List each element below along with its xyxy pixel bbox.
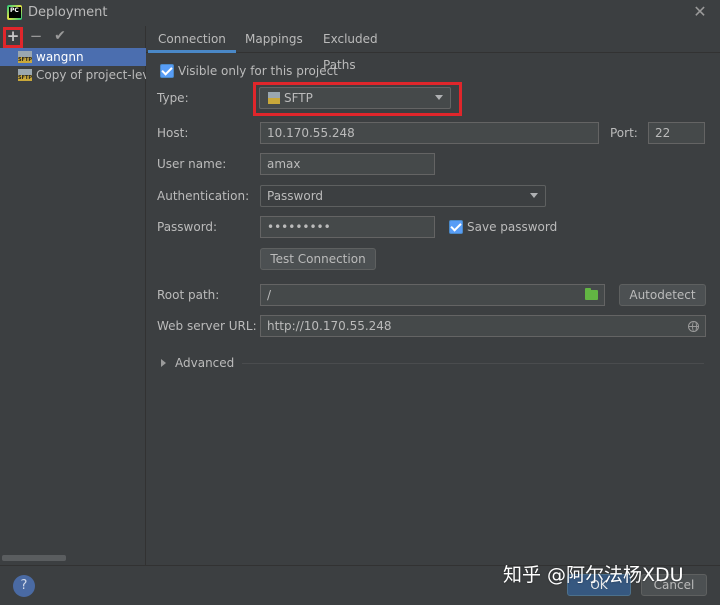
visible-only-label: Visible only for this project xyxy=(178,64,338,78)
server-item-label: wangnn xyxy=(36,50,84,64)
username-input[interactable]: amax xyxy=(260,153,435,175)
horizontal-scrollbar[interactable] xyxy=(2,555,66,561)
tab-excluded-paths[interactable]: Excluded Paths xyxy=(313,26,421,72)
sftp-server-icon: SFTP xyxy=(18,51,32,63)
remove-server-button[interactable]: − xyxy=(27,27,45,45)
root-path-input[interactable]: / xyxy=(260,284,605,306)
web-server-url-input[interactable]: http://10.170.55.248 xyxy=(260,315,706,337)
server-list-toolbar: + − ✔ xyxy=(0,26,146,48)
pycharm-icon xyxy=(7,5,22,20)
authentication-dropdown[interactable]: Password xyxy=(260,185,546,207)
port-label: Port: xyxy=(610,126,638,140)
type-label: Type: xyxy=(157,91,189,105)
test-connection-button[interactable]: Test Connection xyxy=(260,248,376,270)
folder-icon[interactable] xyxy=(585,288,598,300)
title-bar: Deployment ✕ xyxy=(0,0,720,26)
save-password-checkbox[interactable] xyxy=(449,220,463,234)
settings-tabs: Connection Mappings Excluded Paths xyxy=(146,26,720,72)
server-list: SFTP wangnn SFTP Copy of project-level xyxy=(0,48,146,84)
authentication-value: Password xyxy=(267,189,324,203)
watermark: 知乎 @阿尔法杨XDU xyxy=(503,564,684,586)
server-item-copy-of-project-level[interactable]: SFTP Copy of project-level xyxy=(0,66,146,84)
server-item-wangnn[interactable]: SFTP wangnn xyxy=(0,48,146,66)
web-server-url-label: Web server URL: xyxy=(157,319,257,333)
add-button-highlight xyxy=(3,27,23,48)
advanced-section-toggle[interactable]: Advanced xyxy=(175,356,234,370)
advanced-separator xyxy=(242,363,704,364)
root-path-value: / xyxy=(267,288,272,302)
window-title: Deployment xyxy=(28,5,108,20)
chevron-down-icon xyxy=(530,193,538,198)
globe-icon[interactable] xyxy=(688,321,699,332)
root-path-label: Root path: xyxy=(157,288,220,302)
host-input[interactable]: 10.170.55.248 xyxy=(260,122,599,144)
sftp-server-icon: SFTP xyxy=(18,69,32,81)
chevron-right-icon[interactable] xyxy=(161,359,166,367)
server-settings-panel: Connection Mappings Excluded Paths Visib… xyxy=(146,26,720,565)
close-icon[interactable]: ✕ xyxy=(692,4,708,20)
type-dropdown-highlight xyxy=(253,82,462,116)
password-input[interactable]: ••••••••• xyxy=(260,216,435,238)
tab-mappings[interactable]: Mappings xyxy=(235,26,313,53)
web-server-url-value: http://10.170.55.248 xyxy=(267,319,392,333)
use-as-default-button[interactable]: ✔ xyxy=(51,27,69,45)
port-input[interactable]: 22 xyxy=(648,122,705,144)
server-list-panel: + − ✔ SFTP wangnn SFTP Copy of project-l… xyxy=(0,26,146,565)
password-label: Password: xyxy=(157,220,218,234)
autodetect-button[interactable]: Autodetect xyxy=(619,284,706,306)
server-item-label: Copy of project-level xyxy=(36,68,146,82)
host-label: Host: xyxy=(157,126,189,140)
username-label: User name: xyxy=(157,157,227,171)
tab-connection[interactable]: Connection xyxy=(148,26,236,53)
save-password-label: Save password xyxy=(467,220,558,234)
authentication-label: Authentication: xyxy=(157,189,250,203)
help-button[interactable]: ? xyxy=(13,575,35,597)
visible-only-checkbox[interactable] xyxy=(160,64,174,78)
